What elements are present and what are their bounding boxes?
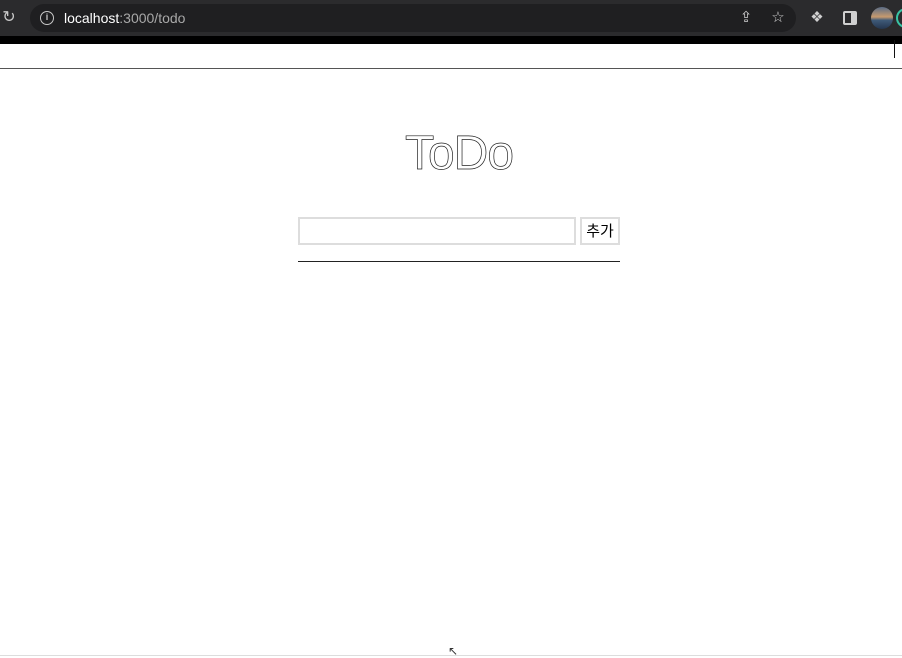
info-icon[interactable]: i [40, 11, 54, 25]
address-bar[interactable]: i localhost:3000/todo ⇪ ☆ [30, 4, 796, 32]
browser-toolbar: ↻ i localhost:3000/todo ⇪ ☆ ❖ [0, 0, 902, 36]
header-divider [0, 68, 902, 69]
reload-icon[interactable]: ↻ [0, 9, 18, 27]
star-icon[interactable]: ☆ [764, 4, 792, 32]
profile-ring-icon [896, 8, 902, 28]
text-cursor-icon [894, 40, 895, 58]
add-button[interactable]: 추가 [580, 217, 620, 245]
bookmarks-strip [0, 36, 902, 44]
share-icon[interactable]: ⇪ [732, 4, 760, 32]
url-text[interactable]: localhost:3000/todo [64, 10, 185, 26]
todo-list-divider [298, 261, 620, 262]
todo-input[interactable] [298, 217, 576, 245]
mouse-pointer-icon: ↖ [448, 644, 459, 658]
side-panel-icon[interactable] [843, 11, 857, 25]
url-host: localhost [64, 10, 120, 26]
url-path: :3000/todo [119, 10, 186, 26]
avatar[interactable] [871, 7, 893, 29]
puzzle-icon[interactable]: ❖ [803, 4, 831, 32]
page-title: ToDo [404, 127, 515, 181]
